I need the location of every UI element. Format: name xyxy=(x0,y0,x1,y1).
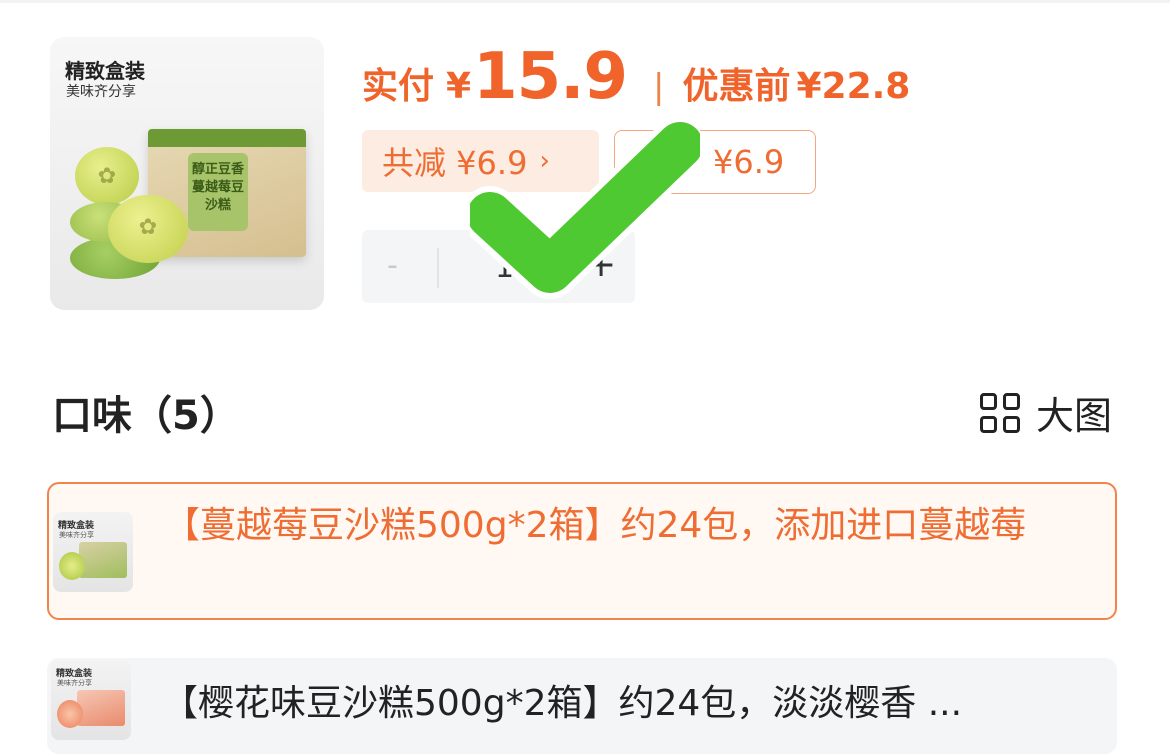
quantity-value[interactable]: 1 xyxy=(495,250,514,285)
stepper-divider xyxy=(437,248,439,288)
chevron-right-icon: › xyxy=(539,146,550,176)
price-row: 实付 ¥ 15.9 | 优惠前 ¥22.8 xyxy=(362,40,910,120)
product-box-text: 醇正豆香 蔓越莓豆沙糕 xyxy=(191,162,244,213)
original-price: ¥22.8 xyxy=(796,66,911,107)
product-image-title: 精致盒装 xyxy=(65,59,145,83)
increment-button[interactable]: + xyxy=(586,244,616,285)
top-divider xyxy=(0,0,1170,3)
price-separator: | xyxy=(652,67,665,107)
option-thumb-subtitle: 美味齐分享 xyxy=(59,531,94,539)
product-image[interactable]: 精致盒装 美味齐分享 醇正豆香 蔓越莓豆沙糕 ✿ ✿ xyxy=(50,37,324,310)
cake-illustration: ✿ xyxy=(108,195,188,263)
total-discount-button[interactable]: 共减 ¥6.9 › xyxy=(362,130,599,192)
flavor-section-title: 口味（5） xyxy=(52,393,240,439)
grid-view-icon xyxy=(980,392,1020,433)
original-price-label: 优惠前 xyxy=(682,66,791,107)
currency-symbol: ¥ xyxy=(446,66,472,107)
coupon-tag[interactable]: ¥6.9 xyxy=(614,130,816,194)
option-thumbnail: 精致盒装 美味齐分享 xyxy=(51,660,131,740)
option-thumbnail: 精致盒装 美味齐分享 xyxy=(53,512,133,592)
flavor-option[interactable]: 精致盒装 美味齐分享 【樱花味豆沙糕500g*2箱】约24包，淡淡樱香 ... xyxy=(47,658,1117,754)
coupon-text: ¥6.9 xyxy=(713,143,785,181)
big-view-toggle[interactable]: 大图 xyxy=(980,385,1112,440)
cake-illustration: ✿ xyxy=(75,147,139,205)
flavor-option-selected[interactable]: 精致盒装 美味齐分享 【蔓越莓豆沙糕500g*2箱】约24包，添加进口蔓越莓 xyxy=(47,482,1117,620)
total-discount-text: 共减 ¥6.9 xyxy=(382,144,528,182)
decrement-button[interactable]: - xyxy=(387,248,398,283)
option-label: 【樱花味豆沙糕500g*2箱】约24包，淡淡樱香 ... xyxy=(162,683,963,724)
product-image-subtitle: 美味齐分享 xyxy=(66,84,136,100)
actual-pay-label: 实付 xyxy=(362,66,435,107)
option-label: 【蔓越莓豆沙糕500g*2箱】约24包，添加进口蔓越莓 xyxy=(164,505,1027,546)
quantity-stepper: - 1 + xyxy=(362,230,635,303)
actual-price: 15.9 xyxy=(473,40,628,114)
option-thumb-subtitle: 美味齐分享 xyxy=(57,679,92,687)
big-view-label: 大图 xyxy=(1036,394,1113,438)
